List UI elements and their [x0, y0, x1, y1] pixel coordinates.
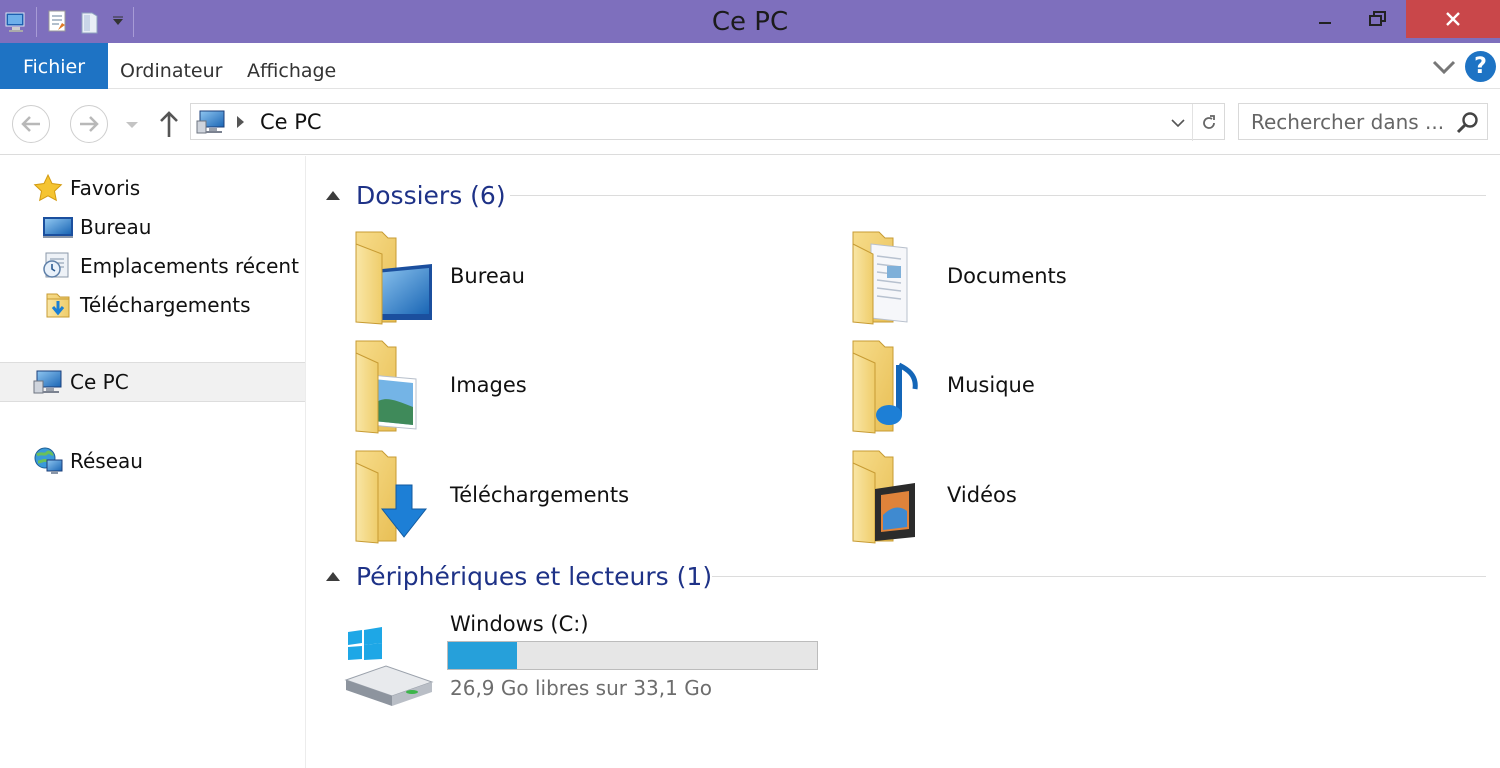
- computer-icon[interactable]: [2, 7, 32, 37]
- sidebar-item-emplacements-recents[interactable]: Emplacements récent: [42, 247, 299, 285]
- drive-usage-bar: [447, 641, 818, 670]
- this-pc-icon: [196, 110, 225, 134]
- chevron-down-icon: [1171, 118, 1185, 127]
- drive-free-space: 26,9 Go libres sur 33,1 Go: [450, 676, 712, 700]
- sidebar-item-label: Emplacements récent: [80, 254, 299, 278]
- navigation-pane: Favoris Bureau Emplacements récent Téléc…: [0, 156, 306, 768]
- collapse-triangle-icon[interactable]: [326, 190, 340, 200]
- sidebar-item-ce-pc[interactable]: Ce PC: [32, 363, 129, 401]
- search-input[interactable]: [1239, 104, 1449, 139]
- address-history-button[interactable]: [1166, 104, 1190, 141]
- search-box[interactable]: [1238, 103, 1488, 140]
- folder-tile-bureau[interactable]: Bureau: [352, 224, 812, 328]
- quick-access-toolbar: [0, 0, 138, 43]
- folder-tile-documents[interactable]: Documents: [849, 224, 1309, 328]
- folder-tile-musique[interactable]: Musique: [849, 333, 1309, 437]
- breadcrumb-ce-pc[interactable]: Ce PC: [260, 104, 322, 141]
- window-title: Ce PC: [711, 7, 789, 37]
- tab-affichage[interactable]: Affichage: [247, 43, 336, 89]
- help-button[interactable]: ?: [1465, 51, 1496, 82]
- customize-dropdown-icon[interactable]: [107, 7, 129, 37]
- new-folder-icon[interactable]: [75, 7, 105, 37]
- desktop-folder-icon: [355, 231, 432, 325]
- sidebar-item-bureau[interactable]: Bureau: [42, 208, 151, 246]
- close-icon: [1446, 12, 1460, 26]
- restore-button[interactable]: [1355, 0, 1401, 38]
- recent-places-icon: [42, 250, 74, 282]
- sidebar-item-reseau[interactable]: Réseau: [32, 442, 143, 480]
- documents-folder-icon: [852, 231, 908, 325]
- folder-tile-telechargements[interactable]: Téléchargements: [352, 443, 812, 547]
- group-header-dossiers[interactable]: Dossiers (6): [322, 177, 506, 213]
- forward-button[interactable]: [70, 105, 108, 143]
- breadcrumb-separator[interactable]: [237, 116, 244, 128]
- drive-tile-windows-c[interactable]: Windows (C:) 26,9 Go libres sur 33,1 Go: [340, 610, 840, 710]
- drive-usage-fill: [448, 642, 517, 669]
- restore-icon: [1369, 11, 1386, 26]
- folder-tile-images[interactable]: Images: [352, 333, 812, 437]
- downloads-folder-icon: [355, 450, 428, 544]
- folder-label: Images: [450, 373, 527, 397]
- hard-drive-icon: [344, 627, 434, 706]
- expand-ribbon-button[interactable]: [1430, 53, 1458, 81]
- pictures-folder-icon: [355, 340, 417, 434]
- ribbon: Fichier Ordinateur Affichage ?: [0, 43, 1500, 89]
- arrow-up-icon: [160, 111, 178, 137]
- music-folder-icon: [852, 340, 918, 434]
- folder-label: Musique: [947, 373, 1035, 397]
- downloads-icon: [42, 289, 74, 321]
- title-bar: Ce PC: [0, 0, 1500, 43]
- folder-label: Bureau: [450, 264, 525, 288]
- group-divider: [712, 576, 1486, 577]
- chevron-down-icon: [1432, 60, 1456, 75]
- recent-locations-button[interactable]: [122, 115, 142, 135]
- up-button[interactable]: [155, 107, 183, 141]
- folder-tile-videos[interactable]: Vidéos: [849, 443, 1309, 547]
- group-title: Périphériques et lecteurs (1): [356, 561, 713, 591]
- address-bar[interactable]: Ce PC: [190, 103, 1225, 141]
- folder-label: Documents: [947, 264, 1067, 288]
- drive-name: Windows (C:): [450, 612, 589, 636]
- group-title: Dossiers (6): [356, 180, 506, 210]
- arrow-left-icon: [21, 116, 40, 132]
- refresh-button[interactable]: [1192, 104, 1224, 141]
- sidebar-item-label: Réseau: [70, 449, 143, 473]
- close-button[interactable]: [1406, 0, 1500, 38]
- sidebar-item-label: Bureau: [80, 215, 152, 239]
- folder-label: Vidéos: [947, 483, 1017, 507]
- back-button[interactable]: [12, 105, 50, 143]
- navigation-bar: Ce PC: [0, 89, 1500, 155]
- folder-label: Téléchargements: [450, 483, 630, 507]
- toolbar-separator: [133, 6, 134, 37]
- arrow-right-icon: [80, 116, 99, 132]
- collapse-triangle-icon[interactable]: [326, 571, 340, 581]
- videos-folder-icon: [852, 450, 915, 544]
- group-header-peripheriques[interactable]: Périphériques et lecteurs (1): [322, 558, 712, 594]
- minimize-button[interactable]: [1302, 0, 1348, 38]
- sidebar-item-telechargements[interactable]: Téléchargements: [42, 286, 251, 324]
- toolbar-separator: [36, 6, 37, 37]
- star-icon: [32, 172, 64, 204]
- sidebar-item-label: Ce PC: [70, 370, 129, 394]
- network-icon: [32, 445, 64, 477]
- group-divider: [510, 195, 1486, 196]
- properties-icon[interactable]: [43, 7, 73, 37]
- sidebar-item-favoris[interactable]: Favoris: [32, 169, 140, 207]
- desktop-icon: [42, 211, 74, 243]
- search-icon[interactable]: [1455, 110, 1481, 136]
- sidebar-item-label: Téléchargements: [80, 293, 251, 317]
- sidebar-item-label: Favoris: [70, 176, 141, 200]
- this-pc-icon: [32, 366, 64, 398]
- chevron-down-icon: [126, 122, 138, 128]
- tab-ordinateur[interactable]: Ordinateur: [120, 43, 222, 89]
- minimize-icon: [1319, 22, 1331, 24]
- tab-fichier[interactable]: Fichier: [0, 43, 108, 89]
- refresh-icon: [1202, 114, 1215, 129]
